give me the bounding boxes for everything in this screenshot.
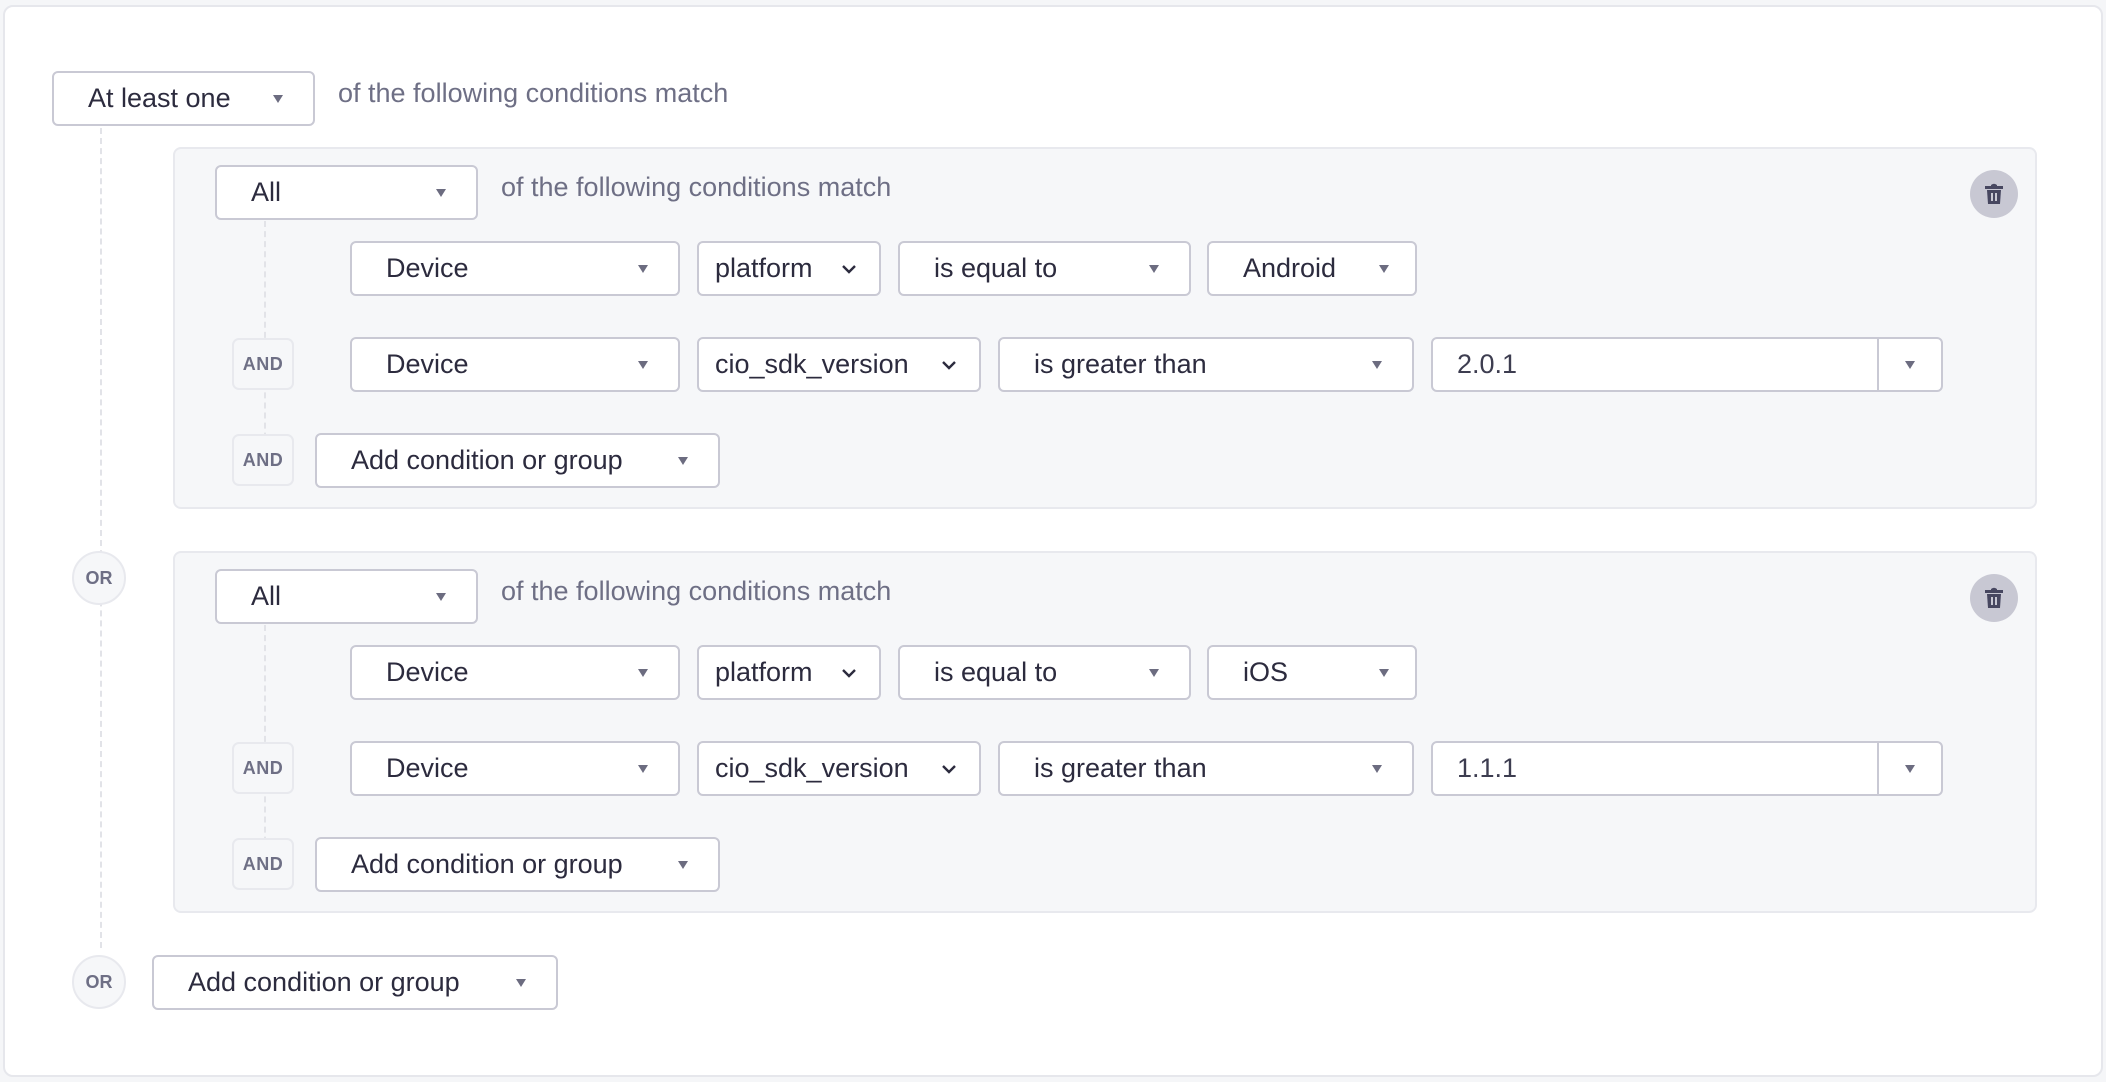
condition-value-input[interactable]: 2.0.1 xyxy=(1433,339,1877,390)
trash-icon xyxy=(1985,183,2003,204)
value-dropdown-toggle[interactable] xyxy=(1877,339,1941,390)
condition-object-select[interactable]: Device xyxy=(350,241,680,296)
caret-down-icon xyxy=(638,764,648,773)
group-match-select[interactable]: All xyxy=(215,569,478,624)
caret-down-icon xyxy=(436,592,446,601)
caret-down-icon xyxy=(638,264,648,273)
condition-attribute-value: platform xyxy=(715,657,813,687)
chevron-down-icon xyxy=(941,360,957,370)
condition-object-select[interactable]: Device xyxy=(350,741,680,796)
delete-group-button[interactable] xyxy=(1970,170,2018,218)
trash-icon xyxy=(1985,587,2003,608)
caret-down-icon xyxy=(1379,668,1389,677)
group-match-select-value: All xyxy=(251,581,282,611)
caret-down-icon xyxy=(678,860,688,869)
caret-down-icon xyxy=(1372,764,1382,773)
add-condition-label: Add condition or group xyxy=(351,849,623,879)
caret-down-icon xyxy=(1372,360,1382,369)
condition-operator-select[interactable]: is greater than xyxy=(998,741,1414,796)
condition-value-combobox[interactable]: 1.1.1 xyxy=(1431,741,1943,796)
root-match-select-value: At least one xyxy=(88,83,231,113)
condition-value: Android xyxy=(1243,253,1337,283)
condition-attribute-select[interactable]: platform xyxy=(697,645,881,700)
condition-operator-value: is greater than xyxy=(1034,753,1207,783)
condition-operator-value: is greater than xyxy=(1034,349,1207,379)
caret-down-icon xyxy=(1149,264,1159,273)
condition-value: iOS xyxy=(1243,657,1289,687)
chevron-down-icon xyxy=(841,668,857,678)
root-match-select[interactable]: At least one xyxy=(52,71,315,126)
root-add-condition-or-group-button[interactable]: Add condition or group xyxy=(152,955,558,1010)
condition-operator-select[interactable]: is greater than xyxy=(998,337,1414,392)
add-condition-or-group-button[interactable]: Add condition or group xyxy=(315,837,720,892)
condition-value-input[interactable]: 1.1.1 xyxy=(1433,743,1877,794)
condition-attribute-value: platform xyxy=(715,253,813,283)
condition-group-1: All of the following conditions match De… xyxy=(173,147,2037,509)
group-match-select-value: All xyxy=(251,177,282,207)
root-match-text: of the following conditions match xyxy=(338,78,729,108)
condition-operator-select[interactable]: is equal to xyxy=(898,645,1191,700)
and-connector-badge: AND xyxy=(232,838,294,890)
group-match-select[interactable]: All xyxy=(215,165,478,220)
caret-down-icon xyxy=(436,188,446,197)
condition-attribute-value: cio_sdk_version xyxy=(715,349,909,379)
or-connector-badge: OR xyxy=(72,551,126,605)
condition-object-select[interactable]: Device xyxy=(350,337,680,392)
condition-operator-select[interactable]: is equal to xyxy=(898,241,1191,296)
group-match-text: of the following conditions match xyxy=(501,576,892,606)
add-condition-label: Add condition or group xyxy=(188,967,460,997)
caret-down-icon xyxy=(1379,264,1389,273)
caret-down-icon xyxy=(1905,360,1915,369)
chevron-down-icon xyxy=(841,264,857,274)
chevron-down-icon xyxy=(941,764,957,774)
caret-down-icon xyxy=(638,360,648,369)
caret-down-icon xyxy=(678,456,688,465)
condition-value-select[interactable]: Android xyxy=(1207,241,1417,296)
condition-operator-value: is equal to xyxy=(934,253,1058,283)
condition-attribute-value: cio_sdk_version xyxy=(715,753,909,783)
and-connector-badge: AND xyxy=(232,434,294,486)
add-condition-label: Add condition or group xyxy=(351,445,623,475)
root-connector-line xyxy=(100,128,102,948)
condition-value-select[interactable]: iOS xyxy=(1207,645,1417,700)
condition-object-value: Device xyxy=(386,349,469,379)
and-connector-badge: AND xyxy=(232,742,294,794)
caret-down-icon xyxy=(273,94,283,103)
or-connector-badge: OR xyxy=(72,955,126,1009)
condition-object-value: Device xyxy=(386,253,469,283)
caret-down-icon xyxy=(516,978,526,987)
group-match-text: of the following conditions match xyxy=(501,172,892,202)
condition-attribute-select[interactable]: cio_sdk_version xyxy=(697,337,981,392)
condition-group-2: All of the following conditions match De… xyxy=(173,551,2037,913)
delete-group-button[interactable] xyxy=(1970,574,2018,622)
and-connector-badge: AND xyxy=(232,338,294,390)
condition-operator-value: is equal to xyxy=(934,657,1058,687)
condition-attribute-select[interactable]: cio_sdk_version xyxy=(697,741,981,796)
add-condition-or-group-button[interactable]: Add condition or group xyxy=(315,433,720,488)
caret-down-icon xyxy=(638,668,648,677)
condition-attribute-select[interactable]: platform xyxy=(697,241,881,296)
condition-object-value: Device xyxy=(386,753,469,783)
value-dropdown-toggle[interactable] xyxy=(1877,743,1941,794)
condition-value-combobox[interactable]: 2.0.1 xyxy=(1431,337,1943,392)
caret-down-icon xyxy=(1905,764,1915,773)
caret-down-icon xyxy=(1149,668,1159,677)
condition-object-select[interactable]: Device xyxy=(350,645,680,700)
condition-object-value: Device xyxy=(386,657,469,687)
